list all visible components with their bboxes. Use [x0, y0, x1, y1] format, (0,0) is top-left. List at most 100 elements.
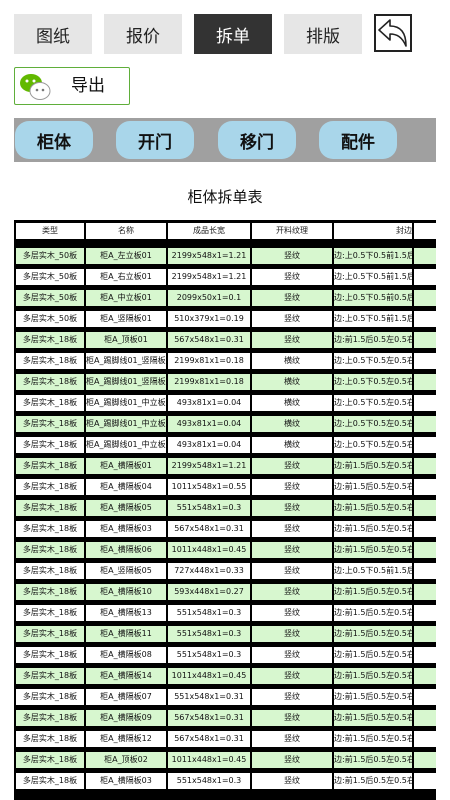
category-button-0[interactable]: 柜体: [15, 121, 93, 159]
table-cell: 493x81x1=0.04: [168, 437, 250, 453]
table-cell-empty: [414, 500, 436, 516]
table-cell-empty: [414, 269, 436, 285]
table-row: 多层实木_18板柜A_踢脚线01_竖隔板022199x81x1=0.18横纹边:…: [14, 374, 436, 390]
table-cell: 2199x81x1=0.18: [168, 353, 250, 369]
table-cell-empty: [414, 710, 436, 726]
table-cell: 柜A_踢脚线01_竖隔板01: [86, 353, 166, 369]
table-cell-empty: [414, 752, 436, 768]
table-cell: 横纹: [252, 353, 332, 369]
back-arrow-icon: [378, 19, 407, 47]
table-cell-empty: [414, 458, 436, 474]
table-cell: 封边: [334, 223, 412, 239]
table-cell-empty: [414, 395, 436, 411]
table-row: 多层实木_18板 柜A_横隔板14 1011x448x1=0.45 竖纹 边:前1.5后…: [14, 668, 436, 684]
table-cell: 1011x448x1=0.45: [168, 542, 250, 558]
table-cell: 多层实木_18板: [16, 332, 84, 348]
table-cell-empty: [414, 353, 436, 369]
table-cell: 竖纹: [252, 773, 332, 789]
table-cell: 边:上0.5下0.5左0.5右0.5: [334, 353, 412, 369]
back-button[interactable]: [374, 14, 412, 52]
table-cell: 柜A_横隔板03: [86, 773, 166, 789]
table-cell: 多层实木_18板: [16, 773, 84, 789]
table-cell: 柜A_横隔板04: [86, 479, 166, 495]
table-row: 多层实木_18板 柜A_横隔板03 567x548x1=0.31 竖纹 边:前1.5后0…: [14, 521, 436, 537]
table-cell: 竖纹: [252, 521, 332, 537]
table-cell: 2199x81x1=0.18: [168, 374, 250, 390]
table-row: 多层实木_18板 柜A_横隔板13 551x548x1=0.3 竖纹 边:前1.5后0.…: [14, 605, 436, 621]
table-cell: 竖纹: [252, 752, 332, 768]
table-cell: 510x379x1=0.19: [168, 311, 250, 327]
table-cell: 551x548x1=0.3: [168, 605, 250, 621]
category-button-2[interactable]: 移门: [218, 121, 296, 159]
table-cell: 横纹: [252, 395, 332, 411]
table-cell: 竖纹: [252, 731, 332, 747]
table-cell: 柜A_踢脚线01_中立板02: [86, 416, 166, 432]
table-cell-empty: [414, 626, 436, 642]
table-cell: 边:前1.5后0.5左0.5右0.5: [334, 458, 412, 474]
table-cell-empty: [414, 223, 436, 239]
table-cell: 567x548x1=0.31: [168, 521, 250, 537]
table-row: 多层实木_18板 柜A_横隔板08 551x548x1=0.3 竖纹 边:前1.5后0.…: [14, 647, 436, 663]
table-cell: 多层实木_18板: [16, 647, 84, 663]
category-button-1[interactable]: 开门: [116, 121, 194, 159]
table-cell: 2199x548x1=1.21: [168, 248, 250, 264]
table-cell: 多层实木_18板: [16, 668, 84, 684]
table-cell-empty: [414, 584, 436, 600]
table-cell: 类型: [16, 223, 84, 239]
table-title: 柜体拆单表: [187, 188, 263, 206]
table-cell: 多层实木_18板: [16, 584, 84, 600]
table-cell: 多层实木_18板: [16, 731, 84, 747]
table-cell: 成品长宽: [168, 223, 250, 239]
table-row: 多层实木_18板柜A_踢脚线01_中立板01493x81x1=0.04横纹边:上…: [14, 395, 436, 411]
table-cell: 竖纹: [252, 290, 332, 306]
table-cell: 竖纹: [252, 563, 332, 579]
tab-2[interactable]: 拆单: [194, 14, 272, 54]
tab-3[interactable]: 排版: [284, 14, 362, 54]
table-cell: 竖纹: [252, 269, 332, 285]
table-cell: 551x548x1=0.3: [168, 626, 250, 642]
table-cell-empty: [414, 689, 436, 705]
table-cell-empty: [414, 248, 436, 264]
table-cell: 柜A_竖隔板01: [86, 311, 166, 327]
table-cell: 边:前1.5后0.5左0.5右0.5: [334, 542, 412, 558]
table-cell: 1011x548x1=0.55: [168, 479, 250, 495]
table-cell-empty: [414, 605, 436, 621]
table-cell: 边:前1.5后0.5左0.5右0.5: [334, 332, 412, 348]
table-cell: 柜A_横隔板07: [86, 689, 166, 705]
table-row: 多层实木_18板 柜A_横隔板01 2199x548x1=1.21 竖纹 边:前1.5后…: [14, 458, 436, 474]
table-row: 多层实木_18板 柜A_横隔板03 551x548x1=0.3 竖纹 边:前1.5后0.…: [14, 773, 436, 789]
table-cell: 横纹: [252, 374, 332, 390]
table-row: 多层实木_18板柜A_踢脚线01_中立板02493x81x1=0.04横纹边:上…: [14, 416, 436, 432]
table-cell: 边:前1.5后0.5左0.5右0.5: [334, 521, 412, 537]
table-cell-empty: [414, 290, 436, 306]
table-cell: 柜A_横隔板10: [86, 584, 166, 600]
table-row: 多层实木_18板 柜A_横隔板09 567x548x1=0.31 竖纹 边:前1.5后0…: [14, 710, 436, 726]
table-cell: 多层实木_18板: [16, 710, 84, 726]
table-cell: 边:上0.5下0.5前1.5后0.5: [334, 311, 412, 327]
table-cell: 551x548x1=0.3: [168, 500, 250, 516]
tab-0[interactable]: 图纸: [14, 14, 92, 54]
table-cell: 多层实木_50板: [16, 248, 84, 264]
table-cell: 名称: [86, 223, 166, 239]
table-cell: 593x448x1=0.27: [168, 584, 250, 600]
category-button-3[interactable]: 配件: [319, 121, 397, 159]
export-label: 导出: [71, 76, 105, 96]
table-cell-empty: [414, 563, 436, 579]
table-cell: 边:前1.5后0.5左0.5右0.5: [334, 626, 412, 642]
table-cell: 边:前1.5后0.5左0.5右0.5: [334, 752, 412, 768]
export-button[interactable]: 导出: [14, 67, 130, 105]
table-cell: 竖纹: [252, 542, 332, 558]
table-row: 多层实木_50板 柜A_中立板01 2099x50x1=0.1 竖纹 边:上0.5下0.…: [14, 290, 436, 306]
table-cell: 竖纹: [252, 584, 332, 600]
table-cell: 551x548x1=0.3: [168, 773, 250, 789]
table-cell: 边:上0.5下0.5左0.5右0.5: [334, 395, 412, 411]
table-row: 多层实木_50板 柜A_左立板01 2199x548x1=1.21 竖纹 边:上0.5下…: [14, 248, 436, 264]
table-cell: 柜A_竖隔板05: [86, 563, 166, 579]
split-order-table: 类型 名称 成品长宽 开料纹理 封边 多层实木_50板 柜A_左立板01 2199x548x1…: [14, 220, 436, 800]
table-cell: 多层实木_18板: [16, 563, 84, 579]
table-row: 多层实木_50板 柜A_竖隔板01 510x379x1=0.19 竖纹 边:上0.5下0…: [14, 311, 436, 327]
table-cell: 多层实木_18板: [16, 752, 84, 768]
table-cell: 竖纹: [252, 248, 332, 264]
table-cell: 1011x448x1=0.45: [168, 668, 250, 684]
tab-1[interactable]: 报价: [104, 14, 182, 54]
